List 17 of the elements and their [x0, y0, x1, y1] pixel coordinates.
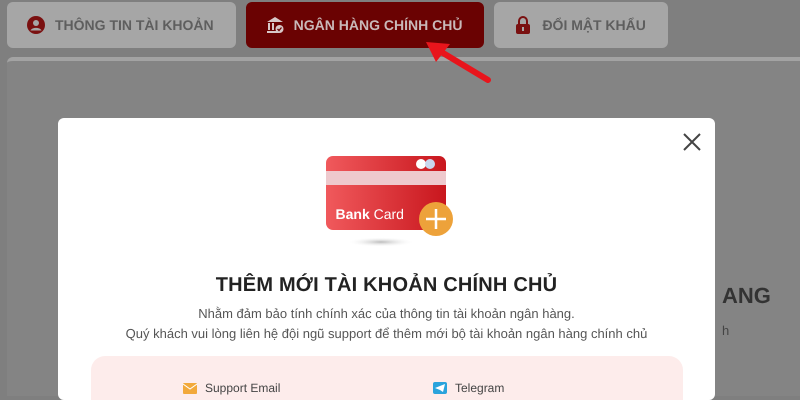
contact-label: Telegram [455, 380, 504, 397]
mail-icon [183, 382, 197, 394]
tab[interactable]: NGÂN HÀNG CHÍNH CHỦ [246, 2, 484, 48]
contact-label: Support Email [205, 380, 280, 397]
bank-icon [266, 16, 284, 34]
arrow-icon [424, 40, 492, 84]
tab[interactable]: ĐỔI MẬT KHẨU [494, 2, 668, 48]
description-text: Quý khách vui lòng liên hệ đội ngũ support để thêm mới bộ tài khoản ngân hàng chính chủ [124, 325, 648, 343]
description-text: Nhằm đảm bảo tính chính xác của thông tin tài khoản ngân hàng. [197, 305, 576, 323]
section-text: h [722, 322, 730, 340]
user-icon [27, 16, 45, 34]
tab[interactable]: THÔNG TIN TÀI KHOẢN [7, 2, 236, 48]
lock-icon [514, 16, 532, 34]
modal-title: THÊM MỚI TÀI KHOẢN CHÍNH CHỦ [214, 272, 558, 298]
telegram-icon [433, 382, 447, 394]
section-heading: ANG [722, 282, 771, 310]
card-label: Bank Card [336, 205, 404, 224]
